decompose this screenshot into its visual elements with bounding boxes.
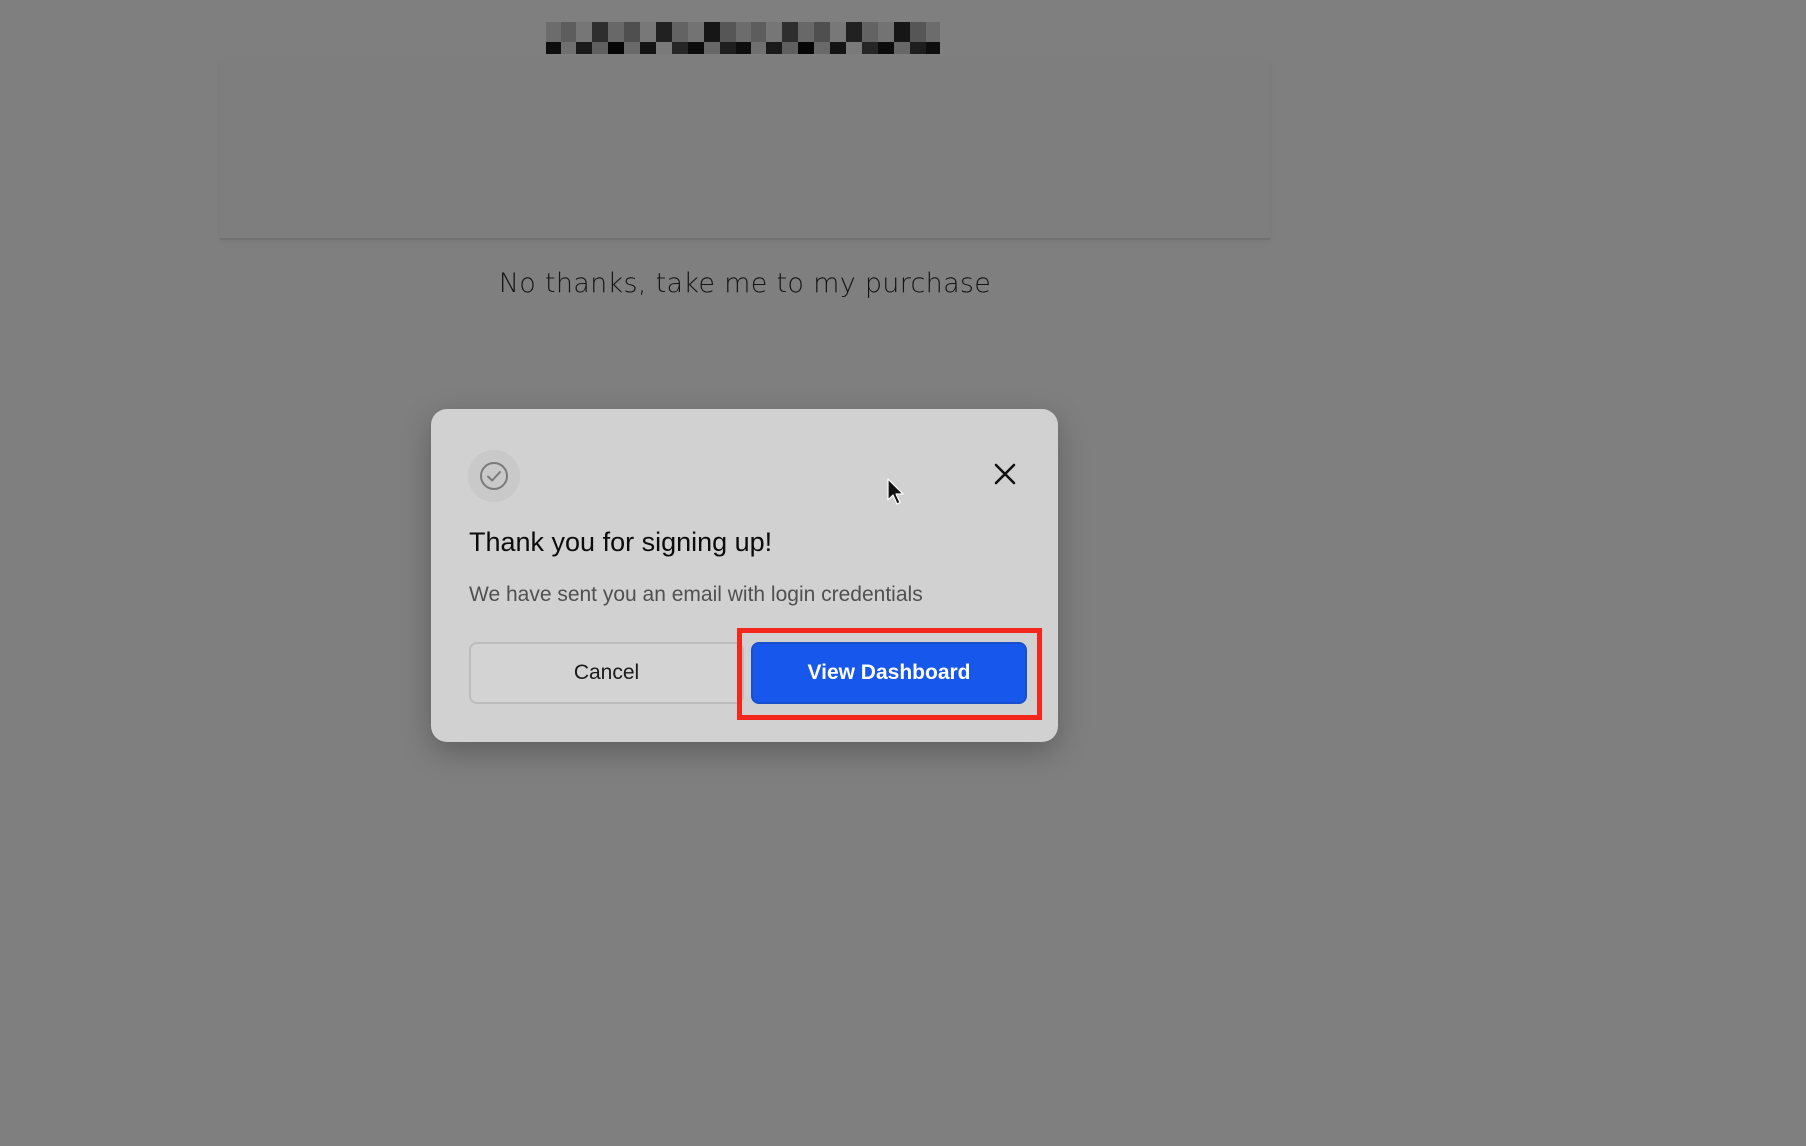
view-dashboard-button[interactable]: View Dashboard [751, 642, 1027, 704]
check-circle-icon [468, 450, 520, 502]
close-icon[interactable] [992, 461, 1018, 487]
mouse-pointer-icon [887, 478, 905, 506]
cancel-button[interactable]: Cancel [469, 642, 744, 704]
modal-title: Thank you for signing up! [469, 527, 773, 557]
modal-message: We have sent you an email with login cre… [469, 583, 923, 606]
signup-success-modal: Thank you for signing up! We have sent y… [431, 409, 1058, 742]
